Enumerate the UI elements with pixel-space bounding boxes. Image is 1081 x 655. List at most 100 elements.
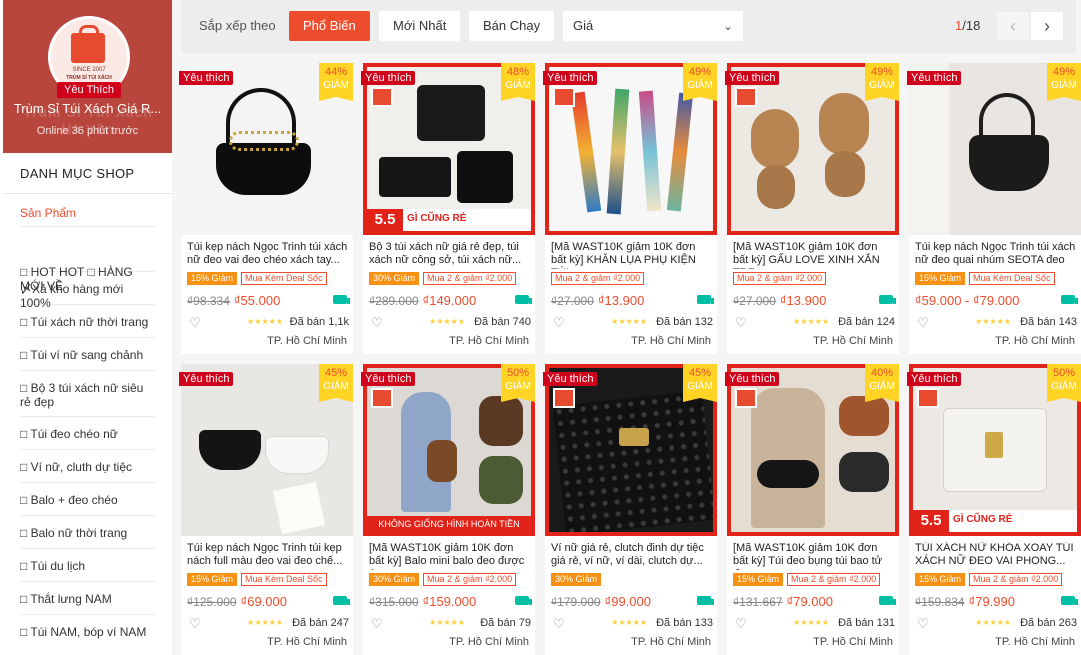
discount-label: GIẢM	[505, 80, 531, 91]
price-row: ₫27.000 ₫13.900	[551, 292, 714, 308]
category-item-products[interactable]: Sản Phẩm	[20, 200, 155, 227]
product-title[interactable]: Túi kẹp nách Ngọc Trinh túi xách nữ đeo …	[915, 241, 1077, 269]
product-title[interactable]: [Mã WAST10K giảm 10K đơn bất kỳ] Balo mi…	[369, 542, 531, 570]
scarf-art	[666, 92, 694, 212]
shop-sidebar: Trùm Sỉ Túi Xách Hà Yên SINCE 2007 TRÙM …	[0, 0, 172, 655]
free-ship-icon	[1061, 295, 1078, 304]
teddy-bear-art	[825, 151, 865, 197]
discount-badge: 49% GIẢM	[683, 63, 717, 101]
product-card[interactable]: 5.5 GÌ CŨNG RẺ Yêu thích 48% GIẢM Bộ 3 túi…	[361, 63, 535, 354]
product-title[interactable]: TÚI XÁCH NỮ KHÓA XOAY TÚI XÁCH NỮ ĐEO VA…	[915, 542, 1077, 570]
product-title[interactable]: [Mã WAST10K giảm 10K đơn bất kỳ] GẤU LOV…	[733, 241, 895, 269]
meta-row: ♡ ★★★★★ Đã bán 79	[369, 616, 531, 632]
sold-count: Đã bán 131	[838, 617, 895, 629]
location: TP. Hồ Chí Minh	[995, 636, 1075, 648]
heart-icon[interactable]: ♡	[371, 315, 383, 331]
prev-page-button[interactable]: ‹	[996, 11, 1030, 41]
heart-icon[interactable]: ♡	[189, 315, 201, 331]
location: TP. Hồ Chí Minh	[631, 335, 711, 347]
guarantee-banner: KHÔNG GIỐNG HÌNH HOÀN TIỀN	[367, 516, 531, 532]
product-card[interactable]: KHÔNG GIỐNG HÌNH HOÀN TIỀN Yêu thích 50%…	[361, 364, 535, 655]
heart-icon[interactable]: ♡	[735, 616, 747, 632]
free-ship-icon	[1061, 596, 1078, 605]
shop-logo-icon	[371, 388, 393, 408]
discount-percent: 44%	[324, 66, 348, 78]
rating-stars-icon: ★★★★★	[975, 317, 1011, 326]
deal-tag: Mua Kèm Deal Sốc	[241, 272, 327, 285]
meta-row: ♡ ★★★★★ Đã bán 131	[733, 616, 895, 632]
original-price: ₫125.000	[187, 595, 237, 609]
product-card[interactable]: Yêu thích 49% GIẢM Túi kẹp nách Ngọc Trin…	[907, 63, 1081, 354]
heart-icon[interactable]: ♡	[917, 315, 929, 331]
waist-bag-art	[839, 452, 889, 492]
product-title[interactable]: Túi kẹp nách Ngọc Trinh túi xách nữ đeo …	[187, 241, 349, 269]
heart-icon[interactable]: ♡	[189, 616, 201, 632]
original-price: ₫159.834	[915, 595, 965, 609]
discount-percent: 50%	[506, 367, 530, 379]
discount-badge: 49% GIẢM	[865, 63, 899, 101]
product-tags: 15% Giảm Mua Kèm Deal Sốc	[915, 272, 1059, 286]
product-card[interactable]: Yêu thích 44% GIẢM Túi kẹp nách Ngọc Trin…	[179, 63, 353, 354]
category-item-backpacks[interactable]: □ Balo nữ thời trang	[20, 516, 155, 549]
heart-icon[interactable]: ♡	[735, 315, 747, 331]
category-item-clutch[interactable]: □ Ví nữ, cluth dự tiệc	[20, 450, 155, 483]
heart-icon[interactable]: ♡	[553, 315, 565, 331]
product-title[interactable]: [Mã WAST10K giảm 10K đơn bất kỳ] KHĂN LỤ…	[551, 241, 713, 269]
category-item-wallets[interactable]: □ Túi ví nữ sang chảnh	[20, 338, 155, 371]
avatar-logo-text: TRÙM SỈ TÚI XÁCH	[66, 75, 112, 81]
teddy-bear-art	[819, 93, 869, 155]
shop-header-card[interactable]: Trùm Sỉ Túi Xách Hà Yên SINCE 2007 TRÙM …	[3, 0, 172, 153]
waist-bag-art	[757, 460, 819, 488]
category-item-backpack-crossbody[interactable]: □ Balo + đeo chéo	[20, 483, 155, 516]
location: TP. Hồ Chí Minh	[267, 636, 347, 648]
sort-top-sales-button[interactable]: Bán Chạy	[469, 11, 555, 41]
promo-number: 5.5	[913, 510, 949, 532]
product-title[interactable]: Bộ 3 túi xách nữ giá rẻ đẹp, túi xách nữ…	[369, 241, 531, 269]
category-item-travel-bags[interactable]: □ Túi du lịch	[20, 549, 155, 582]
product-title[interactable]: Túi kẹp nách Ngọc Trinh túi kẹp nách ful…	[187, 542, 349, 570]
heart-icon[interactable]: ♡	[371, 616, 383, 632]
product-card[interactable]: Yêu thích 49% GIẢM [Mã WAST10K giảm 10K đ…	[725, 63, 899, 354]
product-card[interactable]: Yêu thích 45% GIẢM Túi kẹp nách Ngọc Trin…	[179, 364, 353, 655]
discount-badge: 40% GIẢM	[865, 364, 899, 402]
discount-label: GIẢM	[323, 80, 349, 91]
original-price: ₫98.334	[187, 294, 230, 308]
location: TP. Hồ Chí Minh	[449, 636, 529, 648]
product-title[interactable]: [Mã WAST10K giảm 10K đơn bất kỳ] Túi đeo…	[733, 542, 895, 570]
product-title[interactable]: Ví nữ giá rẻ, clutch đinh dự tiệc giá rẻ…	[551, 542, 713, 570]
bag-body-art	[969, 135, 1049, 191]
heart-icon[interactable]: ♡	[553, 616, 565, 632]
shop-logo-icon	[553, 388, 575, 408]
shop-name[interactable]: Trùm Sỉ Túi Xách Giá R...	[3, 101, 172, 116]
sort-price-select[interactable]: Giá ⌄	[563, 11, 743, 41]
shop-favorite-badge: Yêu Thích	[57, 82, 121, 98]
product-card[interactable]: 5.5 GÌ CŨNG RẺ Yêu thích 50% GIẢM TÚI XÁCH…	[907, 364, 1081, 655]
product-card[interactable]: Yêu thích 45% GIẢM Ví nữ giá rẻ, clutch đ…	[543, 364, 717, 655]
product-card[interactable]: Yêu thích 49% GIẢM [Mã WAST10K giảm 10K đ…	[543, 63, 717, 354]
free-ship-icon	[515, 295, 532, 304]
heart-icon[interactable]: ♡	[917, 616, 929, 632]
sort-newest-button[interactable]: Mới Nhất	[379, 11, 461, 41]
promo-banner: 5.5 GÌ CŨNG RẺ	[367, 209, 531, 231]
avatar-since-text: SINCE 2007	[72, 67, 106, 73]
category-item-new-arrivals[interactable]: □ HOT HOT □ HÀNG MỚI VỀ	[20, 227, 155, 293]
discount-tag: 30% Giảm	[369, 272, 420, 285]
teddy-bear-art	[757, 165, 795, 209]
discount-label: GIẢM	[687, 381, 713, 392]
rating-stars-icon: ★★★★★	[793, 317, 829, 326]
category-item-bag-sets[interactable]: □ Bộ 3 túi xách nữ siêu rẻ đẹp	[20, 371, 155, 417]
sort-popular-button[interactable]: Phổ Biến	[289, 11, 370, 41]
category-header: DANH MỤC SHOP	[20, 166, 135, 181]
backpack-art	[427, 440, 457, 482]
discount-percent: 45%	[688, 367, 712, 379]
shop-online-status: Online 36 phút trước	[36, 125, 139, 137]
product-card[interactable]: Yêu thích 40% GIẢM [Mã WAST10K giảm 10K đ…	[725, 364, 899, 655]
category-item-belts[interactable]: □ Thắt lưng NAM	[20, 582, 155, 615]
category-item-crossbody[interactable]: □ Túi đeo chéo nữ	[20, 417, 155, 450]
studded-clutch-art	[552, 390, 713, 532]
page-indicator: 1/18	[955, 18, 980, 33]
next-page-button[interactable]: ›	[1030, 11, 1064, 41]
shop-logo-icon	[553, 87, 575, 107]
category-item-mens-bags[interactable]: □ Túi NAM, bóp ví NAM	[20, 615, 155, 648]
rating-stars-icon: ★★★★★	[429, 618, 465, 627]
